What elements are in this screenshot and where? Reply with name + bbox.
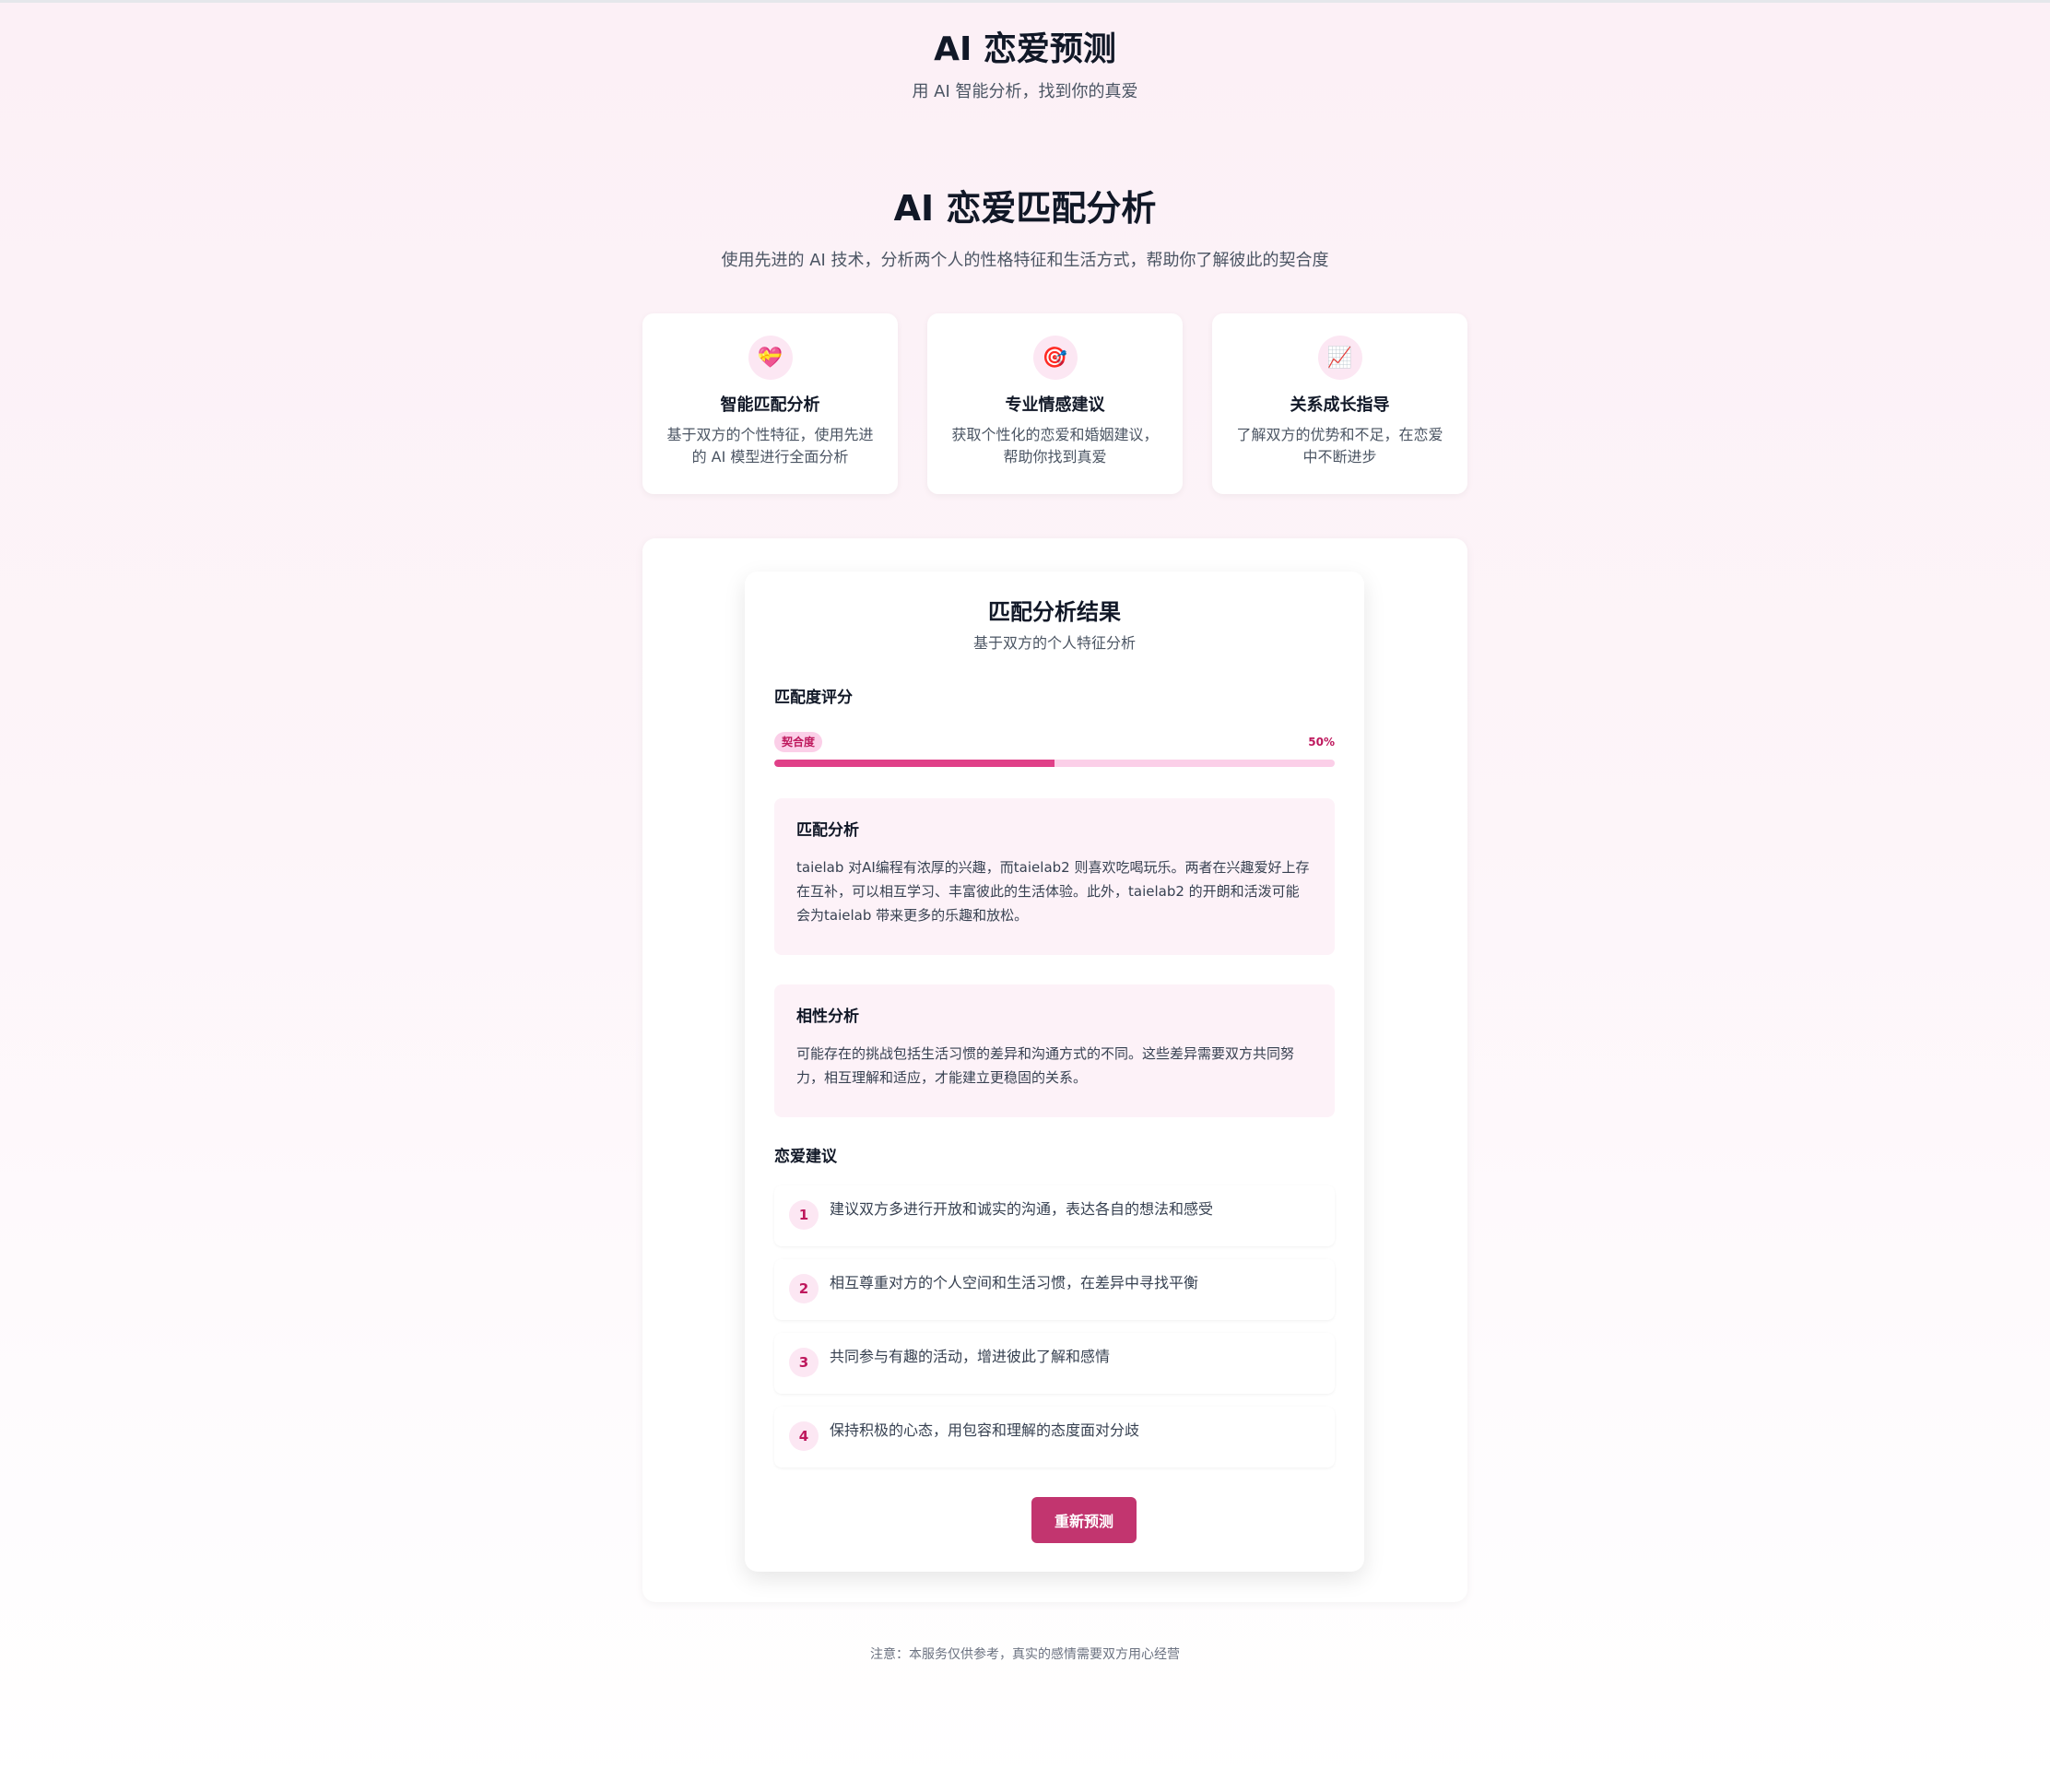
advice-text: 相互尊重对方的个人空间和生活习惯，在差异中寻找平衡	[830, 1274, 1199, 1291]
advice-item: 3 共同参与有趣的活动，增进彼此了解和感情	[774, 1333, 1335, 1394]
chart-up-icon: 📈	[1317, 336, 1362, 380]
match-analysis-title: 匹配分析	[796, 821, 859, 840]
feature-description: 了解双方的优势和不足，在恋爱中不断进步	[1236, 426, 1443, 466]
hero-title: AI 恋爱匹配分析	[893, 188, 1157, 229]
feature-title: 专业情感建议	[1005, 395, 1105, 415]
advice-number: 3	[789, 1348, 819, 1377]
compat-analysis-text: 可能存在的挑战包括生活习惯的差异和沟通方式的不同。这些差异需要双方共同努力，相互…	[796, 1045, 1295, 1086]
advice-number: 2	[789, 1274, 819, 1303]
feature-card-expert-advice: 🎯 专业情感建议 获取个性化的恋爱和婚姻建议，帮助你找到真爱	[927, 313, 1183, 494]
score-heading: 匹配度评分	[774, 689, 853, 707]
top-border	[0, 0, 2050, 3]
feature-cards: 💝 智能匹配分析 基于双方的个性特征，使用先进的 AI 模型进行全面分析 🎯 专…	[642, 313, 1467, 494]
heart-gift-icon: 💝	[748, 336, 793, 380]
retry-prediction-button[interactable]: 重新预测	[1031, 1497, 1137, 1543]
advice-text: 共同参与有趣的活动，增进彼此了解和感情	[830, 1348, 1111, 1365]
advice-heading: 恋爱建议	[774, 1148, 837, 1166]
target-icon: 🎯	[1032, 336, 1078, 380]
score-badge: 契合度	[774, 732, 823, 752]
feature-card-smart-match: 💝 智能匹配分析 基于双方的个性特征，使用先进的 AI 模型进行全面分析	[642, 313, 898, 494]
match-analysis-text: taielab 对AI编程有浓厚的兴趣，而taielab2 则喜欢吃喝玩乐。两者…	[796, 859, 1310, 924]
match-analysis-box: 匹配分析 taielab 对AI编程有浓厚的兴趣，而taielab2 则喜欢吃喝…	[774, 798, 1335, 955]
site-title: AI 恋爱预测	[934, 30, 1116, 68]
compat-analysis-title: 相性分析	[796, 1008, 859, 1026]
feature-title: 关系成长指导	[1290, 395, 1390, 415]
hero-section: AI 恋爱匹配分析 使用先进的 AI 技术，分析两个人的性格特征和生活方式，帮助…	[0, 183, 2050, 275]
compat-analysis-box: 相性分析 可能存在的挑战包括生活习惯的差异和沟通方式的不同。这些差异需要双方共同…	[774, 984, 1335, 1117]
feature-description: 获取个性化的恋爱和婚姻建议，帮助你找到真爱	[951, 426, 1159, 466]
feature-card-growth-guide: 📈 关系成长指导 了解双方的优势和不足，在恋爱中不断进步	[1212, 313, 1467, 494]
advice-number: 1	[789, 1200, 819, 1230]
advice-item: 4 保持积极的心态，用包容和理解的态度面对分歧	[774, 1407, 1335, 1468]
site-subtitle: 用 AI 智能分析，找到你的真爱	[912, 82, 1138, 101]
score-progress-fill	[774, 760, 1054, 767]
advice-item: 1 建议双方多进行开放和诚实的沟通，表达各自的想法和感受	[774, 1185, 1335, 1246]
result-title: 匹配分析结果	[988, 599, 1121, 625]
feature-description: 基于双方的个性特征，使用先进的 AI 模型进行全面分析	[666, 426, 874, 466]
score-value: 50%	[1308, 736, 1335, 749]
feature-title: 智能匹配分析	[720, 395, 820, 415]
hero-subtitle: 使用先进的 AI 技术，分析两个人的性格特征和生活方式，帮助你了解彼此的契合度	[721, 251, 1329, 270]
site-header: AI 恋爱预测 用 AI 智能分析，找到你的真爱	[0, 26, 2050, 105]
result-card: 匹配分析结果 基于双方的个人特征分析 匹配度评分 契合度 50% 匹配分析 ta…	[745, 572, 1364, 1572]
advice-text: 保持积极的心态，用包容和理解的态度面对分歧	[830, 1421, 1140, 1439]
footer-note: 注意：本服务仅供参考，真实的感情需要双方用心经营	[870, 1647, 1180, 1662]
result-subtitle: 基于双方的个人特征分析	[972, 634, 1136, 652]
advice-item: 2 相互尊重对方的个人空间和生活习惯，在差异中寻找平衡	[774, 1259, 1335, 1320]
score-progress-bar	[774, 760, 1335, 767]
advice-number: 4	[789, 1421, 819, 1451]
advice-text: 建议双方多进行开放和诚实的沟通，表达各自的想法和感受	[830, 1200, 1214, 1218]
